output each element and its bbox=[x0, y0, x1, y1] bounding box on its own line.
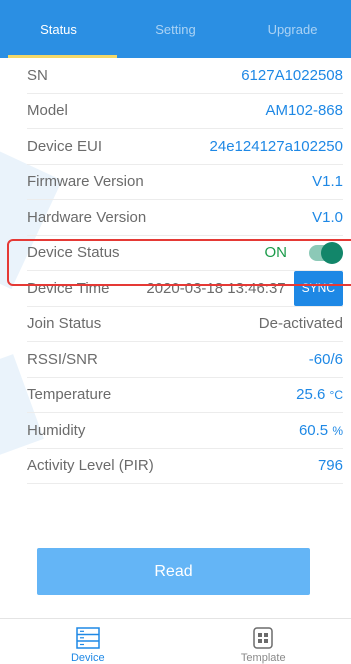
row-device-time: Device Time 2020-03-18 13:46:37 SYNC bbox=[27, 270, 343, 307]
sync-button[interactable]: SYNC bbox=[293, 270, 343, 306]
status-list: SN 6127A1022508 Model AM102-868 Device E… bbox=[0, 58, 351, 484]
row-rssi: RSSI/SNR -60/6 bbox=[27, 342, 343, 378]
temperature-reading: 25.6 °C bbox=[296, 386, 343, 403]
firmware-label: Firmware Version bbox=[27, 173, 144, 191]
join-status-value: De-activated bbox=[258, 315, 343, 333]
firmware-value: V1.1 bbox=[312, 173, 343, 191]
row-activity: Activity Level (PIR) 796 bbox=[27, 449, 343, 484]
nav-template-label: Template bbox=[240, 652, 286, 664]
model-label: Model bbox=[27, 102, 68, 120]
row-hardware: Hardware Version V1.0 bbox=[27, 200, 343, 236]
nav-device-label: Device bbox=[70, 652, 105, 664]
sn-label: SN bbox=[27, 66, 48, 84]
device-icon bbox=[76, 627, 100, 649]
tab-status[interactable]: Status bbox=[0, 0, 117, 58]
row-humidity: Humidity 60.5 % bbox=[27, 413, 343, 449]
activity-value: 796 bbox=[317, 457, 343, 475]
row-model: Model AM102-868 bbox=[27, 94, 343, 129]
humidity-label: Humidity bbox=[27, 421, 86, 439]
rssi-value: -60/6 bbox=[308, 350, 343, 368]
hardware-label: Hardware Version bbox=[27, 208, 147, 226]
read-button[interactable]: Read bbox=[37, 548, 310, 595]
device-eui-label: Device EUI bbox=[27, 137, 103, 155]
row-device-eui: Device EUI 24e124127a102250 bbox=[27, 129, 343, 165]
temperature-label: Temperature bbox=[27, 386, 112, 404]
device-time-label: Device Time bbox=[27, 279, 110, 297]
rssi-label: RSSI/SNR bbox=[27, 350, 98, 368]
device-eui-value: 24e124127a102250 bbox=[209, 137, 343, 155]
device-status-toggle[interactable] bbox=[309, 241, 343, 264]
temperature-value: 25.6 bbox=[296, 386, 326, 404]
device-status-state: ON bbox=[264, 244, 288, 262]
row-temperature: Temperature 25.6 °C bbox=[27, 378, 343, 413]
hardware-value: V1.0 bbox=[312, 208, 343, 226]
template-icon bbox=[253, 627, 273, 649]
device-time-value: 2020-03-18 13:46:37 bbox=[146, 279, 286, 297]
model-value: AM102-868 bbox=[265, 102, 343, 120]
humidity-value: 60.5 bbox=[298, 421, 329, 439]
device-status-label: Device Status bbox=[27, 244, 120, 262]
bottom-nav: Device Template bbox=[0, 618, 351, 664]
nav-device[interactable]: Device bbox=[0, 619, 176, 664]
toggle-knob bbox=[321, 241, 343, 264]
row-sn: SN 6127A1022508 bbox=[27, 58, 343, 94]
tab-upgrade[interactable]: Upgrade bbox=[234, 0, 351, 58]
row-device-status: Device Status ON bbox=[27, 236, 343, 271]
row-firmware: Firmware Version V1.1 bbox=[27, 165, 343, 200]
row-join-status: Join Status De-activated bbox=[27, 307, 343, 342]
temperature-unit: °C bbox=[329, 388, 343, 403]
top-tab-bar: Status Setting Upgrade bbox=[0, 0, 351, 58]
sn-value: 6127A1022508 bbox=[241, 66, 343, 84]
nav-template[interactable]: Template bbox=[176, 619, 351, 664]
activity-label: Activity Level (PIR) bbox=[27, 457, 154, 475]
tab-setting[interactable]: Setting bbox=[117, 0, 234, 58]
join-status-label: Join Status bbox=[27, 315, 102, 333]
humidity-reading: 60.5 % bbox=[299, 422, 343, 439]
humidity-unit: % bbox=[332, 423, 343, 438]
